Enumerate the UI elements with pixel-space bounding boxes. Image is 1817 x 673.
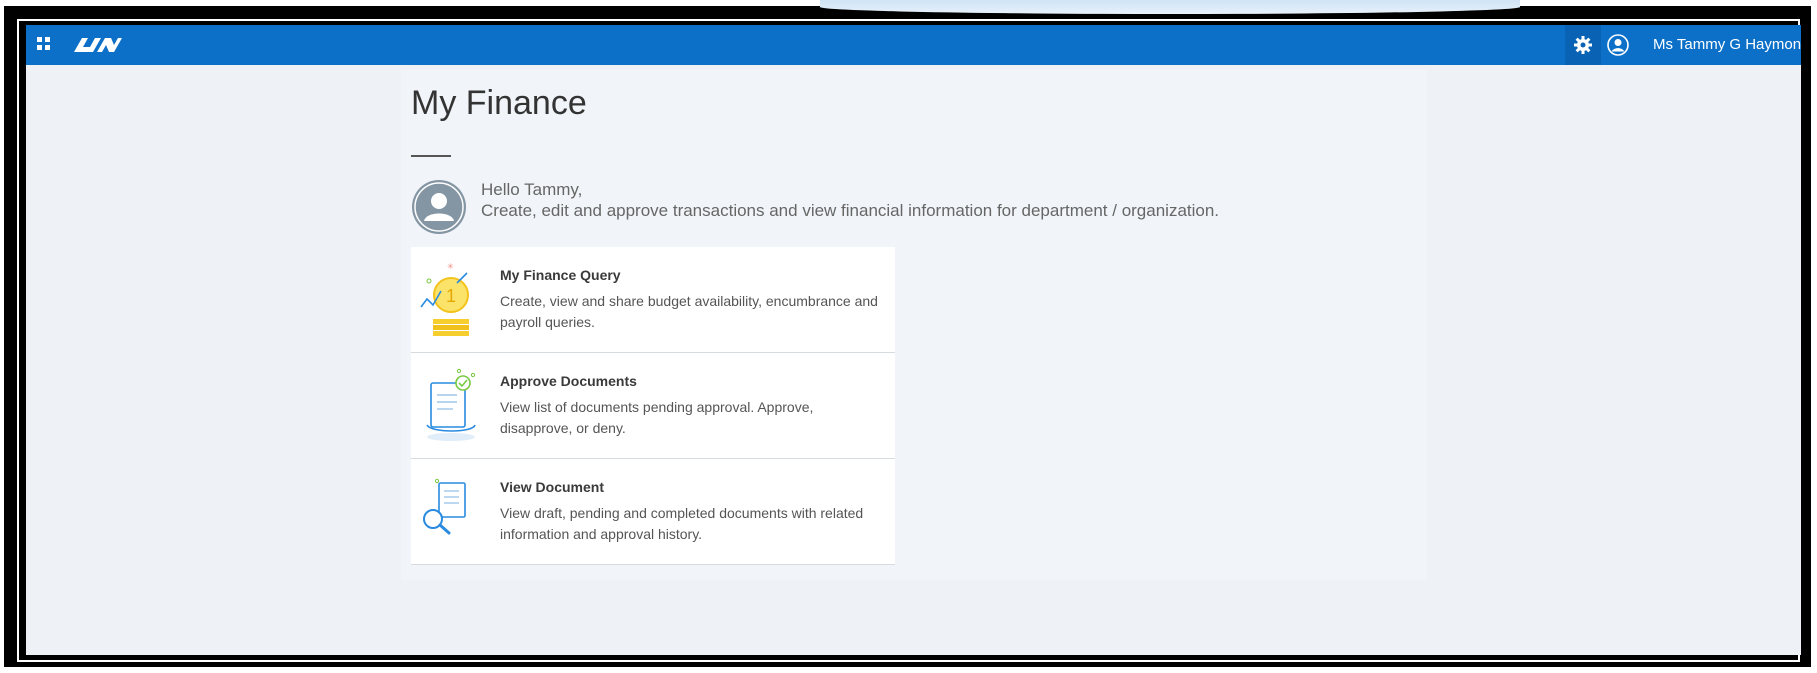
card-title: Approve Documents	[500, 373, 637, 389]
uah-logo[interactable]	[70, 34, 122, 56]
greeting-text: Hello Tammy,	[481, 180, 583, 199]
card-description: Create, view and share budget availabili…	[500, 293, 878, 330]
card-title: View Document	[500, 479, 604, 495]
user-name[interactable]: Ms Tammy G Haymon	[1653, 36, 1801, 53]
avatar-icon	[412, 180, 466, 234]
panel-footer-area	[401, 580, 1427, 655]
gear-icon	[1574, 36, 1592, 54]
card-description: View list of documents pending approval.…	[500, 399, 814, 436]
card-list: 1 ✳ My Finance Query Create, view and sh…	[411, 247, 895, 565]
app-grid-icon[interactable]	[37, 37, 51, 51]
approve-documents-icon	[426, 368, 476, 441]
finance-query-icon: 1 ✳	[420, 262, 469, 336]
svg-text:1: 1	[446, 286, 456, 306]
svg-text:✳: ✳	[447, 262, 454, 271]
card-title: My Finance Query	[500, 267, 621, 283]
background-decoration	[820, 0, 1520, 14]
page-title: My Finance	[411, 84, 587, 122]
approve-documents-card[interactable]: Approve Documents View list of documents…	[411, 353, 895, 459]
app-screen: Ms Tammy G Haymon My Finance Hello Tammy…	[26, 25, 1801, 655]
settings-button[interactable]	[1565, 25, 1601, 65]
user-icon[interactable]	[1607, 34, 1629, 56]
top-navigation-bar: Ms Tammy G Haymon	[26, 25, 1801, 65]
my-finance-query-card[interactable]: 1 ✳ My Finance Query Create, view and sh…	[411, 247, 895, 353]
card-description: View draft, pending and completed docume…	[500, 505, 864, 542]
page-description: Create, edit and approve transactions an…	[481, 201, 1220, 220]
view-document-icon	[423, 478, 466, 535]
main-content-panel: My Finance Hello Tammy, Create, edit and…	[401, 70, 1427, 655]
title-divider	[411, 155, 451, 157]
view-document-card[interactable]: View Document View draft, pending and co…	[411, 459, 895, 565]
